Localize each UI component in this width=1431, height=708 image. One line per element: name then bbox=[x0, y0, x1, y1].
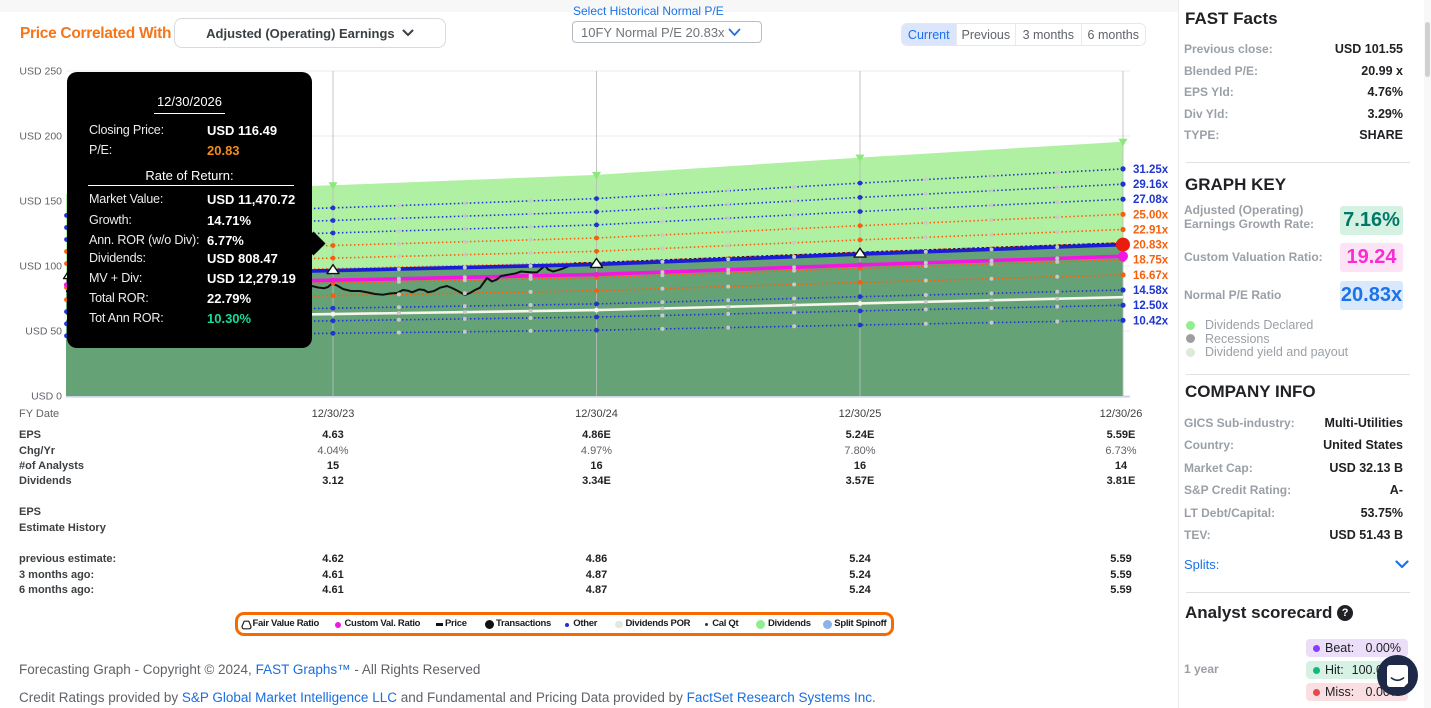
svg-text:29.16x: 29.16x bbox=[1133, 179, 1169, 191]
svg-text:14.58x: 14.58x bbox=[1133, 285, 1169, 297]
svg-text:USD 50: USD 50 bbox=[25, 326, 62, 338]
svg-text:USD 100: USD 100 bbox=[19, 261, 62, 273]
svg-text:USD 150: USD 150 bbox=[19, 196, 62, 208]
svg-text:25.00x: 25.00x bbox=[1133, 209, 1169, 221]
svg-text:USD 200: USD 200 bbox=[19, 131, 62, 143]
svg-text:22.91x: 22.91x bbox=[1133, 225, 1169, 237]
svg-text:27.08x: 27.08x bbox=[1133, 194, 1169, 206]
svg-text:20.83x: 20.83x bbox=[1133, 240, 1169, 252]
svg-text:USD 0: USD 0 bbox=[31, 391, 62, 403]
svg-text:USD 250: USD 250 bbox=[19, 66, 62, 78]
svg-text:10.42x: 10.42x bbox=[1133, 315, 1169, 327]
svg-text:18.75x: 18.75x bbox=[1133, 255, 1169, 267]
svg-text:12.50x: 12.50x bbox=[1133, 300, 1169, 312]
svg-text:16.67x: 16.67x bbox=[1133, 270, 1169, 282]
svg-text:31.25x: 31.25x bbox=[1133, 164, 1169, 176]
